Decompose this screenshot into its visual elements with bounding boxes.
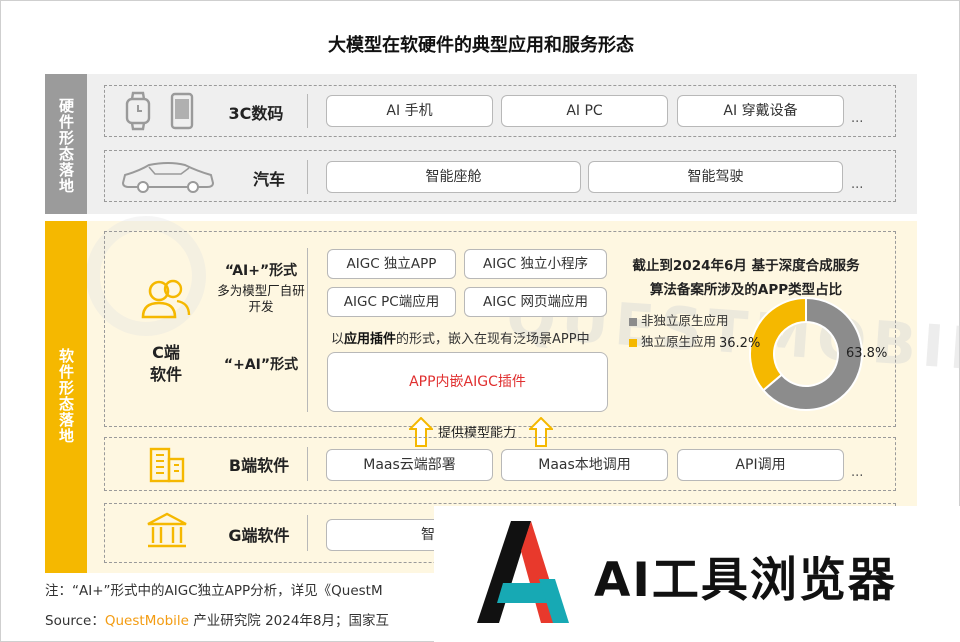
ai-plus-desc: 多为模型厂自研开发 <box>217 283 305 314</box>
page: 大模型在软硬件的典型应用和服务形态 硬件形态落地 3C数码 AI 手机 AI P… <box>0 0 960 642</box>
row-3c-label: 3C数码 <box>228 104 284 123</box>
row-car-label: 汽车 <box>252 170 285 189</box>
pill-ai-pc: AI PC <box>501 95 668 127</box>
pill-ai-phone: AI 手机 <box>326 95 493 127</box>
b-end-label: B端软件 <box>228 456 290 475</box>
legend-item-0: 非独立原生应用 <box>629 310 729 329</box>
pill-aigc-web: AIGC 网页端应用 <box>464 287 607 317</box>
software-side-bar: 软件形态落地 <box>45 221 87 573</box>
row-car-separator <box>307 160 308 194</box>
legend-swatch-0 <box>629 317 637 326</box>
row-car-ellipsis: ... <box>851 177 864 192</box>
pill-aigc-app: AIGC 独立APP <box>327 249 456 279</box>
government-building-icon <box>147 512 187 548</box>
row-3c-ellipsis: ... <box>851 111 864 126</box>
users-icon <box>141 279 191 319</box>
pill-maas-local: Maas本地调用 <box>501 449 668 481</box>
pill-api: API调用 <box>677 449 844 481</box>
value-label-1: 36.2% <box>719 336 761 351</box>
pill-smart-driving: 智能驾驶 <box>588 161 843 193</box>
g-end-separator <box>307 515 308 551</box>
value-label-0: 63.8% <box>846 346 888 361</box>
legend-item-1: 独立原生应用 <box>629 331 716 350</box>
pill-aigc-pc: AIGC PC端应用 <box>327 287 456 317</box>
c-end-label-1: C端 <box>152 343 180 362</box>
plugin-box: APP内嵌AIGC插件 <box>327 352 608 412</box>
legend-swatch-1 <box>629 338 637 347</box>
c-end-label-2: 软件 <box>149 365 182 384</box>
smartwatch-icon <box>125 91 151 131</box>
brand-text: AI工具浏览器 <box>594 553 897 608</box>
phone-icon <box>170 92 194 130</box>
pill-smart-cockpit: 智能座舱 <box>326 161 581 193</box>
hardware-side-label: 硬件形态落地 <box>57 97 75 194</box>
pill-ai-wearable: AI 穿戴设备 <box>677 95 844 127</box>
g-end-label: G端软件 <box>228 526 290 545</box>
brand-logo-icon <box>477 521 569 623</box>
c-end-separator <box>307 248 308 412</box>
plugin-note: 以应用插件的形式，嵌入在现有泛场景APP中 <box>331 332 590 347</box>
source-brand: QuestMobile <box>104 613 189 629</box>
car-icon <box>121 162 215 193</box>
row-3c-separator <box>307 94 308 128</box>
hardware-side-bar: 硬件形态落地 <box>45 74 87 214</box>
footer-source: Source：QuestMobile 产业研究院 2024年8月；国家互 <box>45 613 390 629</box>
ai-plus-title: “AI+”形式 <box>224 263 298 279</box>
software-side-label: 软件形态落地 <box>57 348 75 444</box>
b-end-ellipsis: ... <box>851 465 864 480</box>
pill-aigc-miniprogram: AIGC 独立小程序 <box>464 249 607 279</box>
buildings-icon <box>149 447 185 483</box>
b-end-separator <box>307 447 308 481</box>
plus-ai-title: “+AI”形式 <box>223 357 299 373</box>
pill-maas-cloud: Maas云端部署 <box>326 449 493 481</box>
footer-note: 注：“AI+”形式中的AIGC独立APP分析，详见《QuestM <box>45 583 383 599</box>
page-title: 大模型在软硬件的典型应用和服务形态 <box>328 35 634 56</box>
